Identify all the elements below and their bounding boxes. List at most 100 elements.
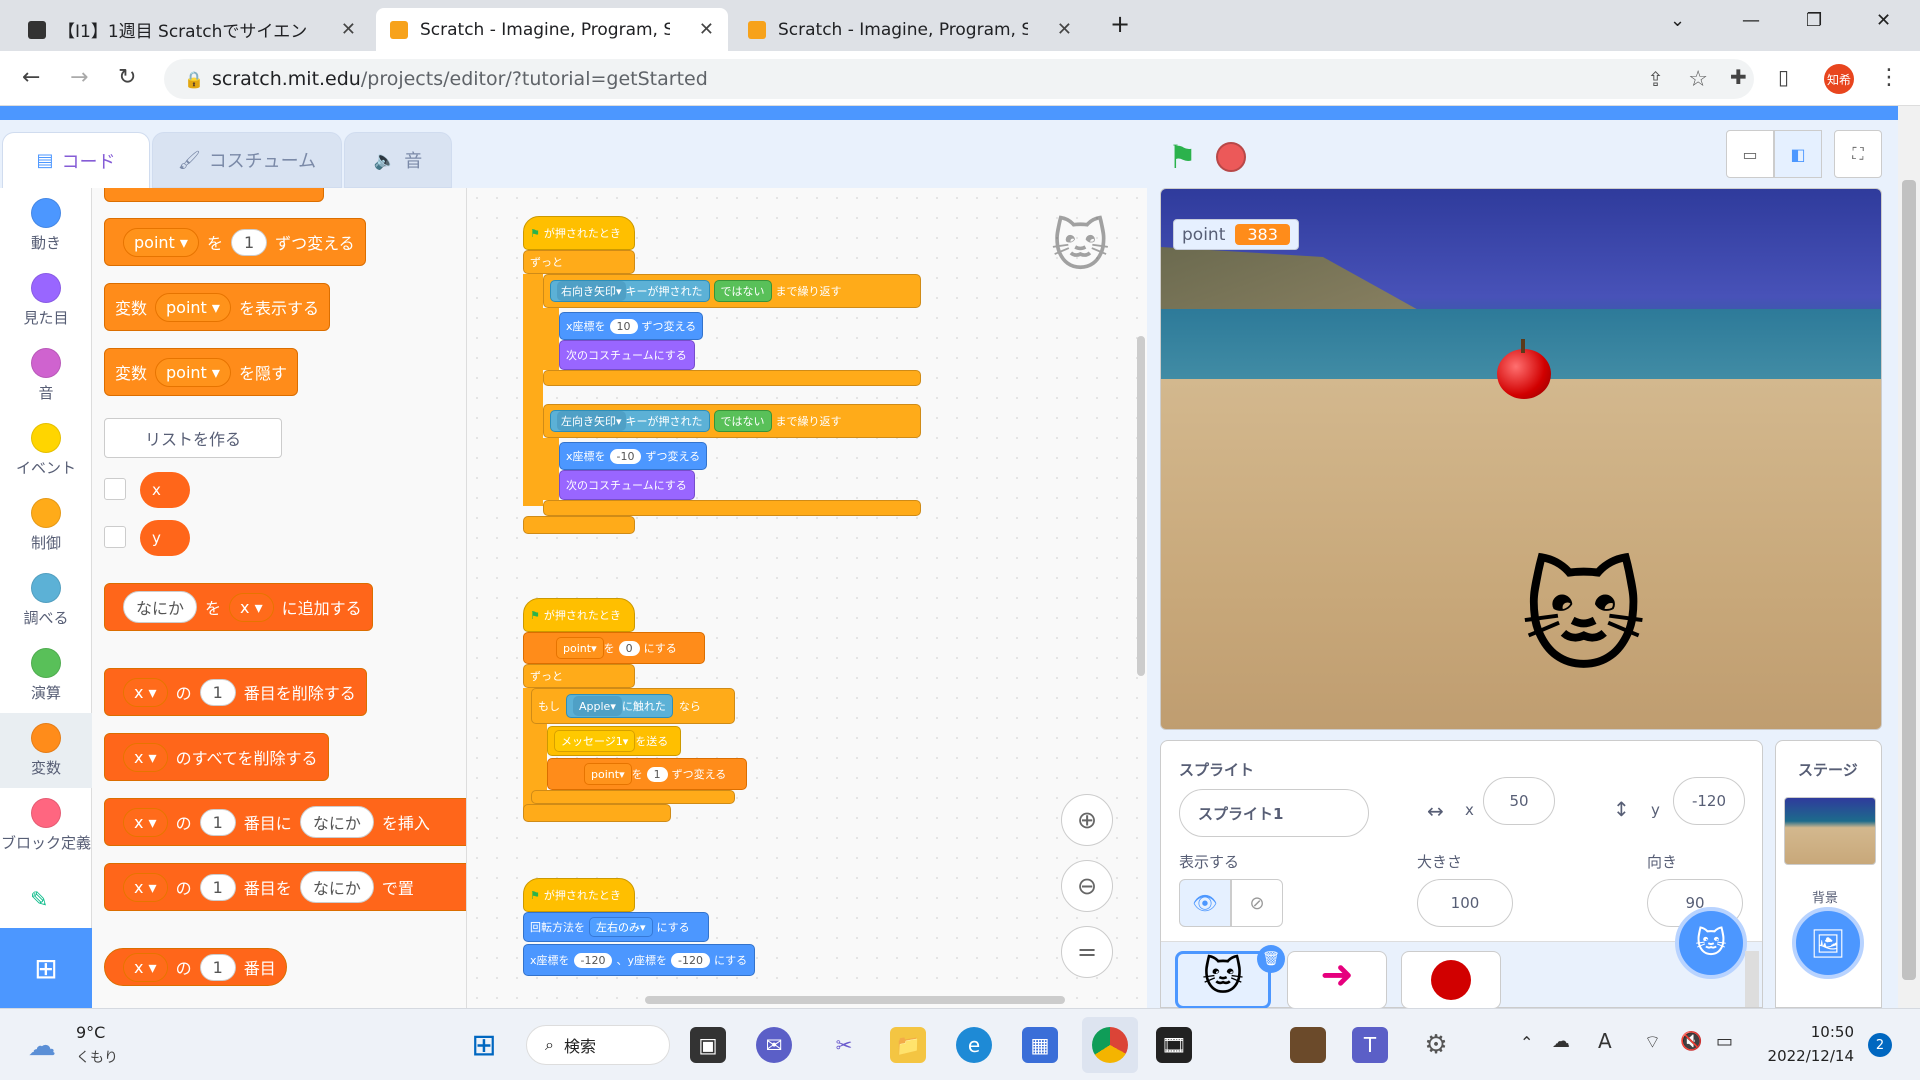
forever-block[interactable]: ずっと <box>523 664 635 688</box>
next-costume-block[interactable]: 次のコスチュームにする <box>559 340 695 370</box>
tab-search-icon[interactable]: ⌄ <box>1670 10 1685 31</box>
sprite-thumb-apple[interactable] <box>1401 951 1501 1009</box>
palette-block-add-to-list[interactable]: なにか を x ▾ に追加する <box>104 583 373 631</box>
goto-xy-block[interactable]: x座標を -120 、y座標を -120 にする <box>523 944 755 976</box>
apple-sprite[interactable] <box>1497 349 1551 399</box>
taskbar-search[interactable]: ⌕ 検索 <box>526 1025 670 1065</box>
battery-icon[interactable]: ▭ <box>1716 1031 1733 1052</box>
stop-button[interactable] <box>1216 142 1246 172</box>
chrome-icon[interactable] <box>1092 1027 1128 1063</box>
palette-block-item-of[interactable]: x ▾ の 1 番目 <box>104 948 287 986</box>
close-tab-icon[interactable]: ✕ <box>1057 19 1072 40</box>
number-input[interactable]: 1 <box>199 808 236 836</box>
wifi-icon[interactable]: ⌔ <box>1644 1031 1661 1054</box>
var-dropdown[interactable]: point ▾ <box>556 637 604 659</box>
delete-sprite-icon[interactable]: 🗑 <box>1257 945 1285 973</box>
close-tab-icon[interactable]: ✕ <box>341 19 356 40</box>
key-pressed-condition[interactable]: 右向き矢印 ▾ キーが押された <box>550 280 710 302</box>
forward-icon[interactable]: → <box>70 65 88 90</box>
list-dropdown[interactable]: x ▾ <box>123 952 168 982</box>
repeat-until-block[interactable]: 右向き矢印 ▾ キーが押された ではない まで繰り返す <box>543 274 921 308</box>
list-dropdown[interactable]: x ▾ <box>229 592 274 622</box>
key-dropdown[interactable]: 左向き矢印 ▾ <box>557 411 626 431</box>
profile-avatar[interactable]: 知希 <box>1824 64 1854 94</box>
var-dropdown[interactable]: point ▾ <box>155 357 231 387</box>
minimize-icon[interactable]: — <box>1742 10 1760 31</box>
rotation-dropdown[interactable]: 左右のみ ▾ <box>589 917 653 937</box>
side-panel-icon[interactable]: ▯ <box>1778 65 1789 89</box>
zoom-in-button[interactable]: ⊕ <box>1061 794 1113 846</box>
number-input[interactable]: 1 <box>230 228 268 256</box>
var-dropdown[interactable]: point ▾ <box>584 763 632 785</box>
set-rotation-style-block[interactable]: 回転方法を 左右のみ ▾ にする <box>523 912 709 942</box>
category-motion[interactable]: 動き <box>0 198 92 253</box>
back-icon[interactable]: ← <box>22 65 40 90</box>
script-workspace[interactable]: ⚑ が押されたとき ずっと 右向き矢印 ▾ キーが押された ではない まで繰り返す… <box>467 188 1147 1008</box>
notification-badge[interactable]: 2 <box>1868 1033 1892 1057</box>
zoom-reset-button[interactable]: = <box>1061 926 1113 978</box>
ime-icon[interactable]: A <box>1598 1029 1612 1053</box>
x-input[interactable]: -120 <box>573 952 613 968</box>
object-dropdown[interactable]: Apple ▾ <box>573 696 622 716</box>
list-dropdown[interactable]: x ▾ <box>123 742 168 772</box>
text-input[interactable]: なにか <box>299 806 374 838</box>
extensions-icon[interactable]: ✚ <box>1730 65 1747 89</box>
restore-icon[interactable]: ❐ <box>1806 10 1822 31</box>
list-y-reporter[interactable]: y <box>140 520 190 556</box>
settings-gear-icon[interactable]: ⚙ <box>1418 1027 1454 1063</box>
sprite-name-input[interactable]: スプライト1 <box>1179 789 1369 837</box>
palette-block-set-var[interactable] <box>104 188 324 202</box>
reload-icon[interactable]: ↻ <box>118 65 136 90</box>
teams-chat-icon[interactable]: ✉ <box>756 1027 792 1063</box>
number-input[interactable]: -10 <box>609 448 642 464</box>
palette-block-show-var[interactable]: 変数 point ▾ を表示する <box>104 283 330 331</box>
y-input[interactable]: -120 <box>1673 777 1745 825</box>
palette-block-replace-at[interactable]: x ▾ の 1 番目を なにか で置 <box>104 863 466 911</box>
number-input[interactable]: 1 <box>199 873 236 901</box>
change-x-block[interactable]: x座標を -10 ずつ変える <box>559 442 707 470</box>
browser-tab-2[interactable]: Scratch - Imagine, Program, Share ✕ <box>376 8 728 51</box>
category-my-blocks[interactable]: ブロック定義 <box>0 798 92 853</box>
list-dropdown[interactable]: x ▾ <box>123 872 168 902</box>
small-stage-button[interactable]: ▭ <box>1726 130 1774 178</box>
address-bar[interactable]: 🔒 scratch.mit.edu /projects/editor/?tuto… <box>164 59 1754 99</box>
palette-block-hide-var[interactable]: 変数 point ▾ を隠す <box>104 348 298 396</box>
stage-selector-panel[interactable]: ステージ 背景 🖼 <box>1775 740 1882 1008</box>
browser-tab-3[interactable]: Scratch - Imagine, Program, Share ✕ <box>734 8 1086 51</box>
number-input[interactable]: 1 <box>199 678 236 706</box>
change-x-block[interactable]: x座標を 10 ずつ変える <box>559 312 703 340</box>
zoom-out-button[interactable]: ⊖ <box>1061 860 1113 912</box>
sprite-thumb-arrow[interactable]: ➜ <box>1287 951 1387 1009</box>
set-var-block[interactable]: point ▾ を 0 にする <box>523 632 705 664</box>
x-input[interactable]: 50 <box>1483 777 1555 825</box>
repeat-until-block-2[interactable]: 左向き矢印 ▾ キーが押された ではない まで繰り返す <box>543 404 921 438</box>
choose-backdrop-button[interactable]: 🖼 <box>1792 907 1864 979</box>
menu-kebab-icon[interactable]: ⋮ <box>1878 65 1900 90</box>
forever-block[interactable]: ずっと <box>523 250 635 274</box>
stage-canvas[interactable]: point 383 🐱 <box>1160 188 1882 730</box>
page-scrollbar[interactable] <box>1898 106 1920 1008</box>
size-input[interactable]: 100 <box>1417 879 1513 927</box>
key-dropdown[interactable]: 右向き矢印 ▾ <box>557 281 626 301</box>
number-input[interactable]: 0 <box>618 640 640 656</box>
list-dropdown[interactable]: x ▾ <box>123 807 168 837</box>
text-input[interactable]: なにか <box>299 871 374 903</box>
fullscreen-button[interactable]: ⛶ <box>1834 130 1882 178</box>
horizontal-scrollbar[interactable] <box>645 996 1065 1004</box>
edge-icon[interactable]: e <box>956 1027 992 1063</box>
task-view-icon[interactable]: ▣ <box>690 1027 726 1063</box>
not-operator[interactable]: ではない <box>713 410 772 432</box>
number-input[interactable]: 1 <box>199 953 236 981</box>
broadcast-block[interactable]: メッセージ1 ▾ を送る <box>547 726 681 756</box>
snipping-tool-icon[interactable]: ✂ <box>826 1027 862 1063</box>
when-flag-clicked-hat[interactable]: ⚑ が押されたとき <box>523 598 635 632</box>
palette-block-insert-at[interactable]: x ▾ の 1 番目に なにか を挿入 <box>104 798 466 846</box>
category-events[interactable]: イベント <box>0 423 92 478</box>
teams-icon[interactable]: T <box>1352 1027 1388 1063</box>
new-tab-button[interactable]: + <box>1110 10 1130 38</box>
add-extension-button[interactable]: ⊞ <box>0 928 92 1008</box>
page-scrollbar-thumb[interactable] <box>1902 180 1916 980</box>
text-input[interactable]: なにか <box>123 591 198 623</box>
windows-start-icon[interactable]: ⊞ <box>466 1027 502 1063</box>
message-dropdown[interactable]: メッセージ1 ▾ <box>554 730 636 752</box>
